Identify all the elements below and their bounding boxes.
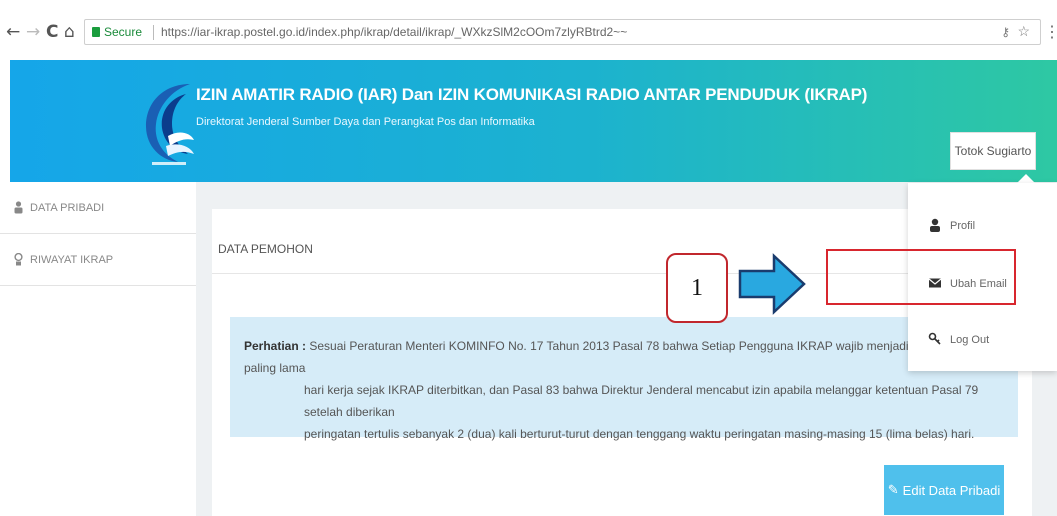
- card-title: DATA PEMOHON: [218, 242, 313, 256]
- logout-icon: [928, 332, 941, 345]
- sidebar-item-label: RIWAYAT IKRAP: [30, 253, 114, 266]
- lock-icon: [92, 27, 100, 37]
- edit-icon: ✎: [887, 482, 899, 497]
- home-icon[interactable]: ⌂: [64, 22, 75, 42]
- secure-label: Secure: [104, 25, 143, 39]
- dropdown-item-label: Log Out: [950, 334, 990, 346]
- kominfo-logo-icon: [146, 84, 194, 165]
- sidebar-item-riwayat-ikrap[interactable]: RIWAYAT IKRAP: [0, 234, 196, 286]
- edit-button-label: Edit Data Pribadi: [902, 482, 1001, 498]
- app-title: IZIN AMATIR RADIO (IAR) Dan IZIN KOMUNIK…: [196, 85, 868, 104]
- user-icon: [930, 218, 940, 232]
- address-bar[interactable]: Secure https://iar-ikrap.postel.go.id/in…: [84, 19, 1041, 45]
- app-subtitle: Direktorat Jenderal Sumber Daya dan Pera…: [196, 116, 535, 128]
- sidebar-item-data-pribadi[interactable]: DATA PRIBADI: [0, 182, 196, 234]
- notice-text-3: peringatan tertulis sebanyak 2 (dua) kal…: [304, 427, 975, 441]
- user-menu-button[interactable]: Totok Sugiarto: [950, 132, 1036, 170]
- dropdown-item-label: Profil: [950, 220, 976, 232]
- dropdown-item-log-out[interactable]: Log Out: [908, 321, 1057, 359]
- dropdown-item-profil[interactable]: Profil: [908, 207, 1057, 245]
- notice-text-2: hari kerja sejak IKRAP diterbitkan, dan …: [304, 383, 979, 419]
- highlight-box: [826, 249, 1016, 305]
- key-icon[interactable]: ⚷: [1001, 25, 1010, 39]
- address-separator: [153, 25, 154, 40]
- reload-icon[interactable]: C: [46, 22, 58, 42]
- sidebar-item-label: DATA PRIBADI: [30, 201, 105, 214]
- arrow-right-icon: [738, 253, 806, 315]
- forward-icon[interactable]: →: [26, 22, 40, 42]
- step-number-label: 1: [666, 253, 728, 323]
- back-icon[interactable]: ←: [6, 22, 20, 42]
- notice-text-1: Sesuai Peraturan Menteri KOMINFO No. 17 …: [244, 339, 990, 375]
- browser-toolbar: ← → C ⌂ Secure https://iar-ikrap.postel.…: [0, 0, 1057, 60]
- app-header: IZIN AMATIR RADIO (IAR) Dan IZIN KOMUNIK…: [10, 60, 1057, 182]
- edit-data-pribadi-button[interactable]: ✎ Edit Data Pribadi: [884, 465, 1004, 515]
- notice-box: Perhatian : Sesuai Peraturan Menteri KOM…: [230, 317, 1018, 441]
- bookmark-star-icon[interactable]: ☆: [1017, 23, 1030, 40]
- sidebar: DATA PRIBADI RIWAYAT IKRAP: [0, 182, 196, 516]
- notice-line-1: Perhatian : Sesuai Peraturan Menteri KOM…: [244, 335, 1004, 379]
- history-icon: [14, 253, 23, 266]
- url-text[interactable]: https://iar-ikrap.postel.go.id/index.php…: [161, 25, 627, 39]
- user-icon: [14, 201, 23, 214]
- notice-label: Perhatian :: [244, 339, 307, 353]
- browser-menu-icon[interactable]: ⋮: [1044, 22, 1057, 42]
